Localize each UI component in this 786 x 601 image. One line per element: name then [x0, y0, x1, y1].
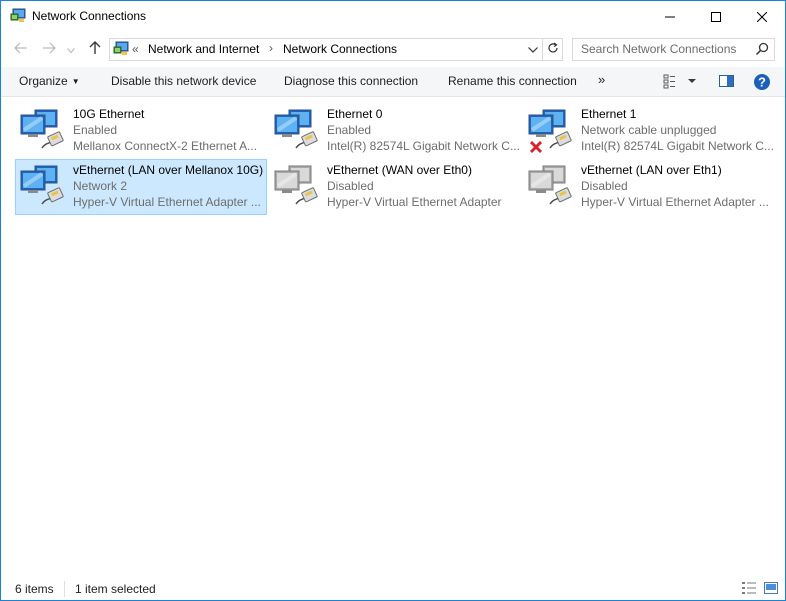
connection-item[interactable]: vEthernet (LAN over Mellanox 10G) Network… [15, 159, 267, 215]
up-arrow-icon [89, 40, 101, 58]
dropdown-caret-icon: ▼ [71, 77, 80, 86]
network-connections-icon [113, 41, 129, 57]
item-count: 6 items [15, 582, 54, 596]
large-icons-view-icon[interactable] [763, 581, 779, 595]
network-connections-icon [10, 8, 26, 24]
connection-device: Hyper-V Virtual Ethernet Adapter ... [581, 195, 769, 209]
svg-text:?: ? [758, 75, 766, 90]
view-dropdown-icon[interactable] [686, 73, 698, 89]
diagnose-button[interactable]: Diagnose this connection [284, 74, 418, 88]
maximize-button[interactable] [693, 1, 739, 32]
connection-name: vEthernet (LAN over Mellanox 10G) [73, 163, 264, 177]
breadcrumb-separator[interactable]: › [269, 41, 273, 55]
rename-button[interactable]: Rename this connection [448, 74, 577, 88]
network-adapter-disabled-icon [526, 162, 574, 210]
connection-device: Intel(R) 82574L Gigabit Network C... [581, 139, 774, 153]
connection-item[interactable]: Ethernet 0 Enabled Intel(R) 82574L Gigabit… [270, 104, 520, 158]
connection-device: Mellanox ConnectX-2 Ethernet A... [73, 139, 258, 153]
address-bar[interactable]: « Network and Internet › Network Connect… [109, 38, 563, 61]
up-button[interactable] [84, 39, 106, 59]
search-icon[interactable] [754, 41, 770, 57]
connection-status: Network 2 [73, 179, 128, 193]
connection-item[interactable]: Ethernet 1 Network cable unplugged Intel(R… [524, 104, 774, 158]
connection-name: Ethernet 1 [581, 107, 637, 121]
connection-device: Hyper-V Virtual Ethernet Adapter ... [73, 195, 261, 209]
connection-status: Network cable unplugged [581, 123, 717, 137]
change-view-icon[interactable] [663, 73, 681, 89]
forward-arrow-icon [42, 41, 56, 57]
breadcrumb-network-and-internet[interactable]: Network and Internet [148, 42, 259, 56]
connection-status: Enabled [327, 123, 372, 137]
refresh-button[interactable] [542, 39, 563, 60]
minimize-button[interactable] [647, 1, 693, 32]
status-divider [64, 581, 65, 597]
network-adapter-unplugged-icon [526, 106, 574, 154]
search-box[interactable]: Search Network Connections [572, 38, 775, 61]
status-bar: 6 items 1 item selected [1, 577, 785, 600]
connection-name: vEthernet (LAN over Eth1) [581, 163, 722, 177]
network-adapter-icon [272, 106, 320, 154]
back-arrow-icon [14, 41, 28, 57]
chevron-down-icon [67, 41, 75, 57]
command-bar: Organize ▼ Disable this network device Di… [1, 67, 785, 97]
explorer-window: Network Connections « Network and Intern… [0, 0, 786, 601]
disable-device-button[interactable]: Disable this network device [111, 74, 256, 88]
connection-status: Disabled [581, 179, 628, 193]
chevron-down-icon [528, 42, 538, 56]
address-dropdown-button[interactable] [524, 40, 542, 58]
connection-device: Intel(R) 82574L Gigabit Network C... [327, 139, 520, 153]
details-view-icon[interactable] [741, 581, 757, 595]
breadcrumb-overflow[interactable]: « [132, 42, 139, 56]
connection-status: Enabled [73, 123, 118, 137]
preview-pane-icon[interactable] [718, 73, 736, 89]
selection-count: 1 item selected [75, 582, 156, 596]
connection-name: vEthernet (WAN over Eth0) [327, 163, 472, 177]
connection-name: Ethernet 0 [327, 107, 383, 121]
title-bar[interactable]: Network Connections [1, 1, 785, 32]
back-button[interactable] [10, 39, 32, 59]
search-placeholder[interactable]: Search Network Connections [581, 42, 736, 56]
forward-button[interactable] [38, 39, 60, 59]
organize-label: Organize [19, 74, 68, 88]
refresh-icon [547, 42, 559, 57]
network-adapter-disabled-icon [272, 162, 320, 210]
help-icon[interactable]: ? [753, 73, 771, 90]
breadcrumb-network-connections[interactable]: Network Connections [283, 42, 397, 56]
network-adapter-icon [18, 162, 66, 210]
connection-item[interactable]: vEthernet (LAN over Eth1) Disabled Hyper-V… [524, 160, 774, 214]
network-adapter-icon [18, 106, 66, 154]
window-title: Network Connections [32, 9, 147, 23]
connection-item[interactable]: vEthernet (WAN over Eth0) Disabled Hyper-V… [270, 160, 520, 214]
close-button[interactable] [739, 1, 785, 32]
more-commands-button[interactable]: » [598, 72, 605, 87]
connection-item[interactable]: 10G Ethernet Enabled Mellanox ConnectX-2 E… [16, 104, 266, 158]
connection-status: Disabled [327, 179, 374, 193]
connections-view[interactable]: 10G Ethernet Enabled Mellanox ConnectX-2 E… [1, 97, 785, 575]
connection-device: Hyper-V Virtual Ethernet Adapter [327, 195, 502, 209]
recent-locations-button[interactable] [63, 39, 79, 59]
connection-name: 10G Ethernet [73, 107, 145, 121]
organize-button[interactable]: Organize ▼ [19, 74, 80, 88]
